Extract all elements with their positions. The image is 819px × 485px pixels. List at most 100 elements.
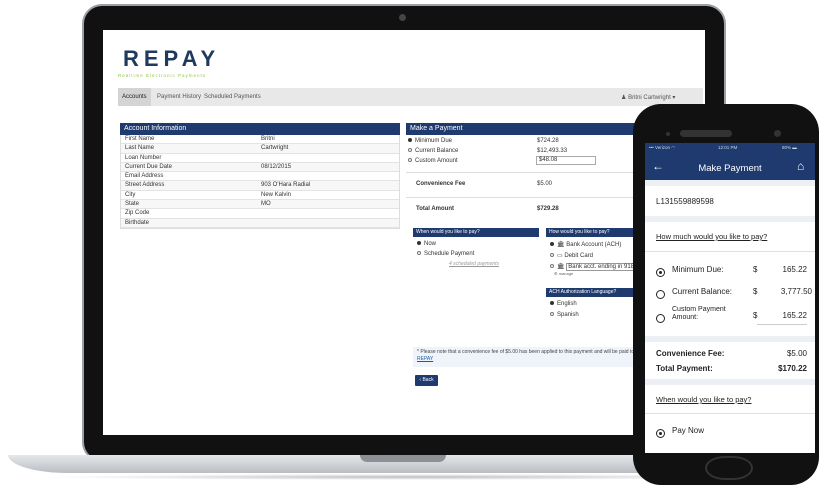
- account-row-value: Britni: [261, 136, 275, 142]
- phone-camera-icon: [666, 132, 670, 136]
- radio-icon: [656, 290, 665, 300]
- phone-screen: ••• Verizon ◠ 12:01 PM 80% ▬ ← Make Paym…: [645, 143, 815, 453]
- account-row-label: First Name: [125, 136, 155, 142]
- repay-link[interactable]: REPAY: [417, 356, 433, 362]
- chevron-down-icon: ▾: [672, 95, 676, 101]
- home-button[interactable]: [705, 456, 753, 480]
- home-icon[interactable]: ⌂: [797, 159, 804, 173]
- when-now[interactable]: Now: [417, 241, 539, 247]
- option-minimum-due[interactable]: [656, 264, 665, 282]
- tab-scheduled-payments[interactable]: Scheduled Payments: [200, 88, 265, 106]
- custom-amount-label: Custom Payment Amount:: [672, 306, 726, 321]
- custom-amount-input[interactable]: 165.22: [757, 311, 807, 325]
- how-debit[interactable]: ▭ Debit Card: [550, 252, 646, 259]
- divider: [406, 197, 636, 198]
- bank-icon: 🏛: [557, 264, 565, 270]
- radio-icon: [656, 314, 665, 324]
- back-button[interactable]: ‹ Back: [415, 375, 438, 386]
- when-schedule[interactable]: Schedule Payment: [417, 251, 539, 257]
- ach-english[interactable]: English: [550, 301, 646, 307]
- card-icon: ▭: [557, 253, 563, 259]
- how-ach[interactable]: 🏛 Bank Account (ACH): [550, 241, 646, 248]
- radio-icon: [417, 251, 421, 256]
- currency-symbol: $: [753, 287, 758, 296]
- option-current-balance[interactable]: [656, 286, 665, 304]
- signal-icon: •••: [649, 145, 654, 150]
- option-custom-amount[interactable]: Custom Amount: [408, 158, 458, 164]
- account-row: First Name Britni: [121, 135, 399, 145]
- currency-symbol: $: [753, 265, 758, 274]
- divider: [645, 251, 815, 252]
- account-row-label: Last Name: [125, 145, 155, 152]
- account-row: Loan Number: [121, 153, 399, 163]
- option-custom-amount[interactable]: [656, 310, 665, 328]
- account-row: Birthdate: [121, 218, 399, 228]
- tab-payment-history[interactable]: Payment History: [153, 88, 205, 106]
- option-pay-now[interactable]: [656, 425, 665, 443]
- user-name: Britni Cartwright: [628, 95, 671, 101]
- radio-icon: [408, 148, 412, 153]
- carrier-status: ••• Verizon ◠: [649, 145, 676, 150]
- laptop-notch: [360, 455, 446, 462]
- when-box: When would you like to pay? Now Schedule…: [413, 228, 539, 267]
- divider: [645, 413, 815, 414]
- account-row-value: 903 O'Hara Radial: [261, 182, 311, 189]
- account-row-value: 08/12/2015: [261, 163, 292, 170]
- radio-icon: [408, 158, 412, 163]
- user-menu[interactable]: ♟ Britni Cartwright ▾: [621, 94, 675, 101]
- account-row-label: Email Address: [125, 173, 164, 180]
- logo-tagline: Realtime Electronic Payments: [118, 73, 207, 78]
- account-row: Email Address: [121, 172, 399, 182]
- user-icon: ♟: [621, 95, 627, 101]
- section-gap: [645, 336, 815, 342]
- account-row-label: Loan Number: [125, 154, 162, 161]
- minimum-due-label: Minimum Due:: [672, 265, 724, 274]
- account-info-title: Account Information: [120, 123, 400, 135]
- tab-accounts[interactable]: Accounts: [118, 88, 151, 106]
- phone-speaker: [680, 130, 732, 137]
- account-row: Street Address 903 O'Hara Radial: [121, 181, 399, 191]
- account-row: Last Name Cartwright: [121, 144, 399, 154]
- scheduled-payments-link[interactable]: 4 scheduled payments: [449, 261, 539, 267]
- status-time: 12:01 PM: [718, 145, 738, 150]
- section-gap: [645, 379, 815, 385]
- account-row: State MO: [121, 200, 399, 210]
- account-row-value: New Kalvin: [261, 191, 292, 198]
- section-gap: [645, 180, 815, 186]
- total-label: Total Amount: [416, 206, 454, 212]
- custom-amount-input[interactable]: $48.08: [536, 156, 596, 165]
- repay-logo: REPAY: [123, 46, 221, 71]
- divider: [406, 172, 636, 173]
- phone-total-label: Total Payment:: [656, 364, 713, 373]
- ach-spanish[interactable]: Spanish: [550, 312, 646, 318]
- ach-title: ACH Authorization Language?: [546, 288, 646, 297]
- bank-icon: 🏛: [557, 242, 565, 248]
- battery-icon: ▬: [792, 145, 797, 150]
- laptop-screen: REPAY Realtime Electronic Payments Accou…: [103, 30, 705, 435]
- radio-icon: [656, 268, 665, 278]
- account-info-panel: Account Information First Name Britni Last…: [120, 123, 400, 229]
- radio-icon: [550, 242, 554, 247]
- fee-value: $5.00: [537, 181, 553, 187]
- account-number: L131559889598: [656, 197, 714, 206]
- radio-icon: [550, 301, 554, 306]
- camera-icon: [399, 14, 406, 21]
- account-row-label: Birthdate: [125, 219, 150, 226]
- account-row-label: Street Address: [125, 182, 165, 189]
- top-nav: Accounts Payment History Scheduled Payme…: [118, 88, 703, 106]
- radio-icon: [417, 241, 421, 246]
- option-current-balance[interactable]: Current Balance: [408, 148, 458, 154]
- minimum-due-value: $724.28: [537, 138, 559, 144]
- minimum-due-amount: 165.22: [782, 265, 807, 274]
- option-minimum-due[interactable]: Minimum Due: [408, 138, 452, 144]
- phone-total-value: $170.22: [778, 364, 807, 373]
- radio-icon: [550, 264, 554, 269]
- current-balance-amount: 3,777.50: [780, 287, 812, 296]
- wifi-icon: ◠: [671, 145, 676, 150]
- gear-icon: ⚙: [554, 271, 558, 276]
- phone-fee-label: Convenience Fee:: [656, 349, 725, 358]
- pay-now-label: Pay Now: [672, 426, 705, 435]
- radio-icon: [408, 138, 412, 143]
- section-gap: [645, 216, 815, 222]
- how-saved-bank[interactable]: 🏛 Bank acct. ending in 9185: [550, 263, 646, 271]
